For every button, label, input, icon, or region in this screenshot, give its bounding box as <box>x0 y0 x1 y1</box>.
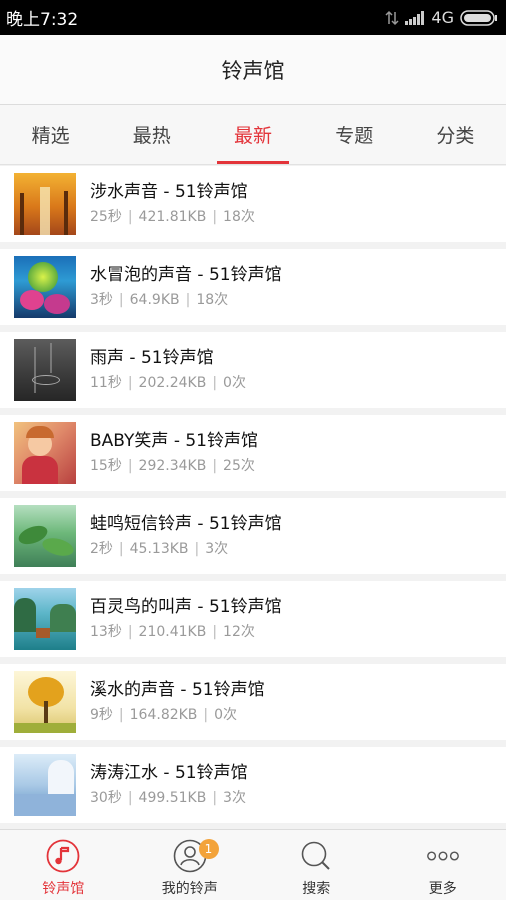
music-note-icon <box>44 837 82 875</box>
ringtone-thumbnail <box>14 422 76 484</box>
more-icon <box>424 837 462 875</box>
ringtone-duration: 2秒 <box>90 541 113 557</box>
list-item[interactable]: 涛涛江水 - 51铃声馆 30秒 | 499.51KB | 3次 <box>0 747 506 823</box>
nav-search[interactable]: 搜索 <box>253 830 380 900</box>
ringtone-size: 292.34KB <box>138 458 207 474</box>
list-item[interactable]: 水冒泡的声音 - 51铃声馆 3秒 | 64.9KB | 18次 <box>0 249 506 325</box>
tab-newest[interactable]: 最新 <box>202 105 303 164</box>
nav-label: 铃声馆 <box>42 881 85 897</box>
nav-ringtone-hall[interactable]: 铃声馆 <box>0 830 127 900</box>
ringtone-list: 涉水声音 - 51铃声馆 25秒 | 421.81KB | 18次 水冒泡的声音 - 5… <box>0 166 506 830</box>
tab-label: 最新 <box>234 125 273 147</box>
signal-icon <box>405 10 425 25</box>
ringtone-plays: 25次 <box>223 458 255 474</box>
ringtone-duration: 9秒 <box>90 707 113 723</box>
list-item[interactable]: 百灵鸟的叫声 - 51铃声馆 13秒 | 210.41KB | 12次 <box>0 581 506 657</box>
ringtone-duration: 11秒 <box>90 375 122 391</box>
ringtone-meta: 13秒 | 210.41KB | 12次 <box>90 624 255 640</box>
ringtone-thumbnail <box>14 339 76 401</box>
status-bar: 晚上7:32 4G <box>0 0 506 35</box>
ringtone-size: 64.9KB <box>129 292 180 308</box>
title-bar: 铃声馆 <box>0 35 506 105</box>
tab-hottest[interactable]: 最热 <box>101 105 202 164</box>
ringtone-meta: 3秒 | 64.9KB | 18次 <box>90 292 229 308</box>
ringtone-title: 雨声 - 51铃声馆 <box>90 348 214 368</box>
ringtone-meta: 2秒 | 45.13KB | 3次 <box>90 541 229 557</box>
ringtone-thumbnail <box>14 588 76 650</box>
ringtone-plays: 3次 <box>205 541 229 557</box>
ringtone-plays: 18次 <box>223 209 255 225</box>
ringtone-title: 涛涛江水 - 51铃声馆 <box>90 763 248 783</box>
status-time: 晚上7:32 <box>6 10 79 30</box>
ringtone-title: 水冒泡的声音 - 51铃声馆 <box>90 265 282 285</box>
ringtone-meta: 9秒 | 164.82KB | 0次 <box>90 707 238 723</box>
ringtone-plays: 12次 <box>223 624 255 640</box>
ringtone-plays: 0次 <box>214 707 238 723</box>
ringtone-thumbnail <box>14 256 76 318</box>
ringtone-size: 45.13KB <box>129 541 189 557</box>
ringtone-duration: 30秒 <box>90 790 122 806</box>
ringtone-plays: 18次 <box>196 292 229 308</box>
ringtone-title: 涉水声音 - 51铃声馆 <box>90 182 248 202</box>
nav-more[interactable]: 更多 <box>380 830 506 900</box>
tab-label: 分类 <box>436 125 475 147</box>
ringtone-meta: 25秒 | 421.81KB | 18次 <box>90 209 255 225</box>
ringtone-meta: 30秒 | 499.51KB | 3次 <box>90 790 246 806</box>
battery-icon <box>460 9 497 26</box>
tab-categories[interactable]: 分类 <box>405 105 506 164</box>
ringtone-plays: 3次 <box>223 790 246 806</box>
nav-my-ringtones[interactable]: 1 我的铃声 <box>127 830 254 900</box>
list-item[interactable]: 涉水声音 - 51铃声馆 25秒 | 421.81KB | 18次 <box>0 166 506 242</box>
tab-label: 最热 <box>132 125 171 147</box>
ringtone-duration: 13秒 <box>90 624 122 640</box>
ringtone-duration: 15秒 <box>90 458 122 474</box>
ringtone-title: 蛙鸣短信铃声 - 51铃声馆 <box>90 514 282 534</box>
list-item[interactable]: 雨声 - 51铃声馆 11秒 | 202.24KB | 0次 <box>0 332 506 408</box>
notification-badge: 1 <box>198 839 219 859</box>
search-icon <box>297 837 335 875</box>
ringtone-size: 202.24KB <box>138 375 207 391</box>
ringtone-thumbnail <box>14 754 76 816</box>
category-tabs: 精选 最热 最新 专题 分类 <box>0 105 506 165</box>
ringtone-meta: 15秒 | 292.34KB | 25次 <box>90 458 255 474</box>
ringtone-thumbnail <box>14 173 76 235</box>
page-title: 铃声馆 <box>221 58 285 83</box>
ringtone-thumbnail <box>14 671 76 733</box>
tab-label: 精选 <box>31 125 70 147</box>
ringtone-size: 499.51KB <box>138 790 207 806</box>
ringtone-size: 210.41KB <box>138 624 207 640</box>
list-item[interactable]: BABY笑声 - 51铃声馆 15秒 | 292.34KB | 25次 <box>0 415 506 491</box>
ringtone-title: 溪水的声音 - 51铃声馆 <box>90 680 265 700</box>
nav-label: 我的铃声 <box>161 881 218 897</box>
ringtone-plays: 0次 <box>223 375 246 391</box>
tab-selected[interactable]: 精选 <box>0 105 101 164</box>
tab-topics[interactable]: 专题 <box>304 105 405 164</box>
data-transfer-icon <box>385 10 399 25</box>
network-type: 4G <box>431 8 454 27</box>
ringtone-duration: 25秒 <box>90 209 122 225</box>
ringtone-title: BABY笑声 - 51铃声馆 <box>90 431 258 451</box>
status-indicators: 4G <box>385 8 498 27</box>
ringtone-duration: 3秒 <box>90 292 113 308</box>
list-item[interactable]: 溪水的声音 - 51铃声馆 9秒 | 164.82KB | 0次 <box>0 664 506 740</box>
ringtone-title: 百灵鸟的叫声 - 51铃声馆 <box>90 597 282 617</box>
nav-label: 搜索 <box>302 881 331 897</box>
ringtone-meta: 11秒 | 202.24KB | 0次 <box>90 375 246 391</box>
ringtone-thumbnail <box>14 505 76 567</box>
ringtone-size: 164.82KB <box>129 707 198 723</box>
nav-label: 更多 <box>428 881 457 897</box>
ringtone-size: 421.81KB <box>138 209 207 225</box>
tab-label: 专题 <box>335 125 374 147</box>
list-item[interactable]: 蛙鸣短信铃声 - 51铃声馆 2秒 | 45.13KB | 3次 <box>0 498 506 574</box>
bottom-nav: 铃声馆 1 我的铃声 搜索 更多 <box>0 829 506 900</box>
